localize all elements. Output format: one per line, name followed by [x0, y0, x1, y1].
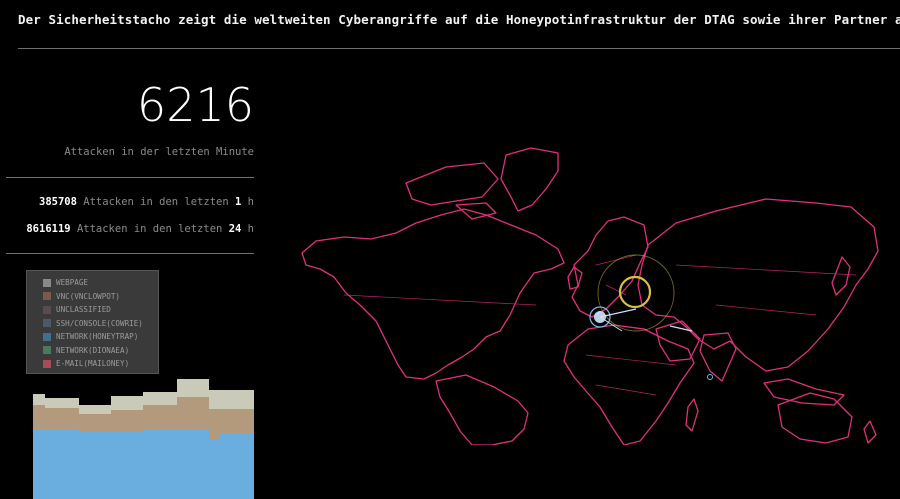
- stats-divider-top: [6, 177, 254, 178]
- attacks-day-count: 8616119: [26, 223, 71, 235]
- arabia-outline: [655, 320, 701, 362]
- attacks-day-text: Attacken in den letzten: [76, 223, 223, 235]
- legend-swatch: [43, 292, 51, 301]
- south-america-outline: [435, 374, 529, 445]
- stats-divider-bottom: [6, 253, 254, 254]
- map-borders: [343, 254, 857, 396]
- attacks-minute-count: 6216: [136, 78, 254, 132]
- europe-outline: [571, 216, 649, 318]
- attack-dot-india: [707, 374, 713, 380]
- attack-trace-1: [599, 308, 637, 318]
- legend-swatch: [43, 319, 51, 328]
- madagascar-outline: [685, 398, 699, 432]
- legend-swatch: [43, 305, 51, 314]
- attacks-hour-count: 385708: [39, 196, 77, 208]
- legend-item-mailoney[interactable]: E-MAIL(MAILONEY): [43, 357, 158, 371]
- japan-outline: [831, 256, 851, 296]
- canada-arctic-islands: [405, 162, 499, 220]
- attack-trace-2: [599, 316, 623, 332]
- attacks-hour-n: 1: [235, 196, 242, 208]
- attacks-hour-unit: h: [247, 196, 254, 208]
- legend-swatch: [43, 346, 51, 355]
- header-divider: [18, 48, 900, 49]
- greenland-outline: [500, 147, 559, 212]
- africa-outline: [563, 324, 695, 445]
- page-header: Der Sicherheitstacho zeigt die weltweite…: [18, 12, 900, 27]
- indonesia-outline: [763, 378, 845, 406]
- attacks-hour-stat: 385708 Attacken in den letzten 1 h: [0, 196, 254, 208]
- attacks-day-unit: h: [247, 223, 254, 235]
- attack-ring-russia: [618, 275, 652, 309]
- legend-item-vnc[interactable]: VNC(VNCLOWPOT): [43, 290, 158, 304]
- new-zealand-outline: [863, 420, 877, 444]
- map-outlines: [301, 147, 879, 445]
- attack-type-legend: WEBPAGE VNC(VNCLOWPOT) UNCLASSIFIED SSH/…: [26, 270, 159, 374]
- attacks-hour-text: Attacken in den letzten: [83, 196, 229, 208]
- legend-swatch: [43, 278, 51, 287]
- attack-area-chart: [33, 379, 254, 499]
- legend-item-unclassified[interactable]: UNCLASSIFIED: [43, 303, 158, 317]
- north-america-outline: [301, 208, 565, 380]
- legend-swatch: [43, 332, 51, 341]
- attacks-day-stat: 8616119 Attacken in den letzten 24 h: [0, 223, 254, 235]
- india-outline: [699, 332, 737, 382]
- legend-item-dionaea[interactable]: NETWORK(DIONAEA): [43, 344, 158, 358]
- australia-outline: [777, 392, 853, 444]
- world-attack-map: [301, 147, 879, 445]
- legend-item-honeytrap[interactable]: NETWORK(HONEYTRAP): [43, 330, 158, 344]
- attacks-minute-label: Attacken in der letzten Minute: [64, 146, 254, 158]
- legend-item-ssh[interactable]: SSH/CONSOLE(COWRIE): [43, 317, 158, 331]
- legend-item-webpage[interactable]: WEBPAGE: [43, 276, 158, 290]
- attack-markers: [589, 254, 713, 380]
- attacks-day-n: 24: [228, 223, 242, 235]
- legend-swatch: [43, 359, 51, 368]
- area-blue-layer: [33, 429, 254, 499]
- asia-outline: [637, 198, 879, 372]
